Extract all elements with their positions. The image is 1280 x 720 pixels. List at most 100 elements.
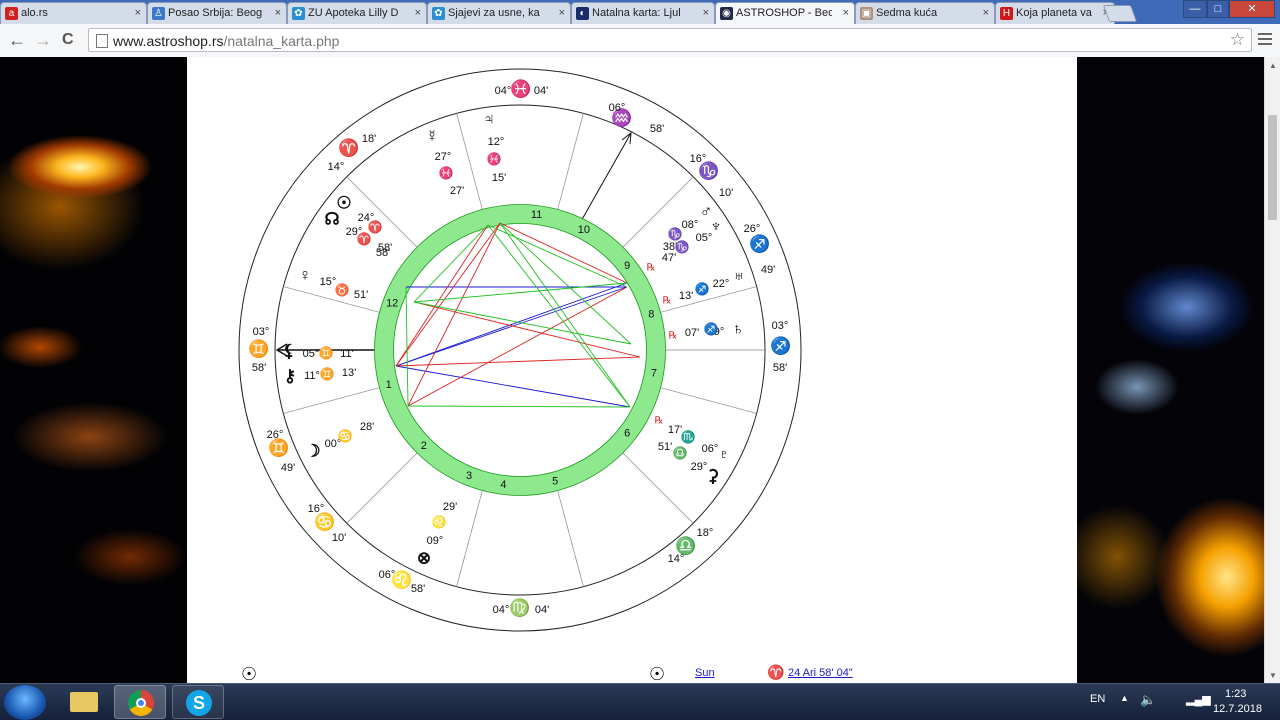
sign-minute: 04' [535, 604, 549, 616]
planet-moon-icon: ☽ [305, 441, 320, 460]
scroll-down-arrow-icon[interactable]: ▼ [1269, 671, 1277, 680]
tab-2[interactable]: ♙ Posao Srbija: Beog × [147, 2, 287, 24]
sign-degree: 06° [379, 569, 396, 581]
aspect-line [413, 301, 632, 345]
planet-position-link[interactable]: 24 Ari 58' 04" [788, 667, 853, 679]
planet-lilith-icon: ⚳ [707, 466, 719, 485]
planet-chiron-icon: ⚷ [284, 366, 296, 385]
house-number-8: 8 [648, 309, 654, 321]
planet-node-minute: 58' [376, 247, 390, 259]
tab-8[interactable]: HKoja planeta vam× [995, 2, 1115, 24]
close-window-button[interactable]: ✕ [1229, 0, 1275, 18]
sign-glyph-icon: ♍ [509, 597, 530, 617]
tab-close-icon[interactable]: × [135, 7, 141, 19]
taskbar: S EN ▲ 🔈 ▂▄▆ 1:23 12.7.2018 [0, 683, 1280, 720]
house-cusp-line [346, 452, 418, 524]
tab-5[interactable]: ◐ Natalna karta: Ljul × [571, 2, 715, 24]
tab-3[interactable]: ✿ ZU Apoteka Lilly D × [287, 2, 427, 24]
sign-degree: 04° [495, 85, 512, 97]
new-tab-button[interactable] [1102, 5, 1138, 22]
sign-minute: 04' [534, 85, 548, 97]
sign-minute: 58' [252, 362, 266, 374]
house-cusp-line [659, 387, 757, 414]
taskbar-explorer[interactable] [58, 685, 110, 719]
volume-icon[interactable]: 🔈 [1140, 692, 1156, 708]
planet-moon-minute: 28' [360, 421, 374, 433]
tab-close-icon[interactable]: × [843, 7, 849, 19]
house-cusp-line [557, 113, 584, 211]
planet-fortune-sign-icon: ♌ [432, 515, 447, 529]
tab-close-icon[interactable]: × [559, 7, 565, 19]
tab-close-icon[interactable]: × [275, 7, 281, 19]
sign-minute: 58' [773, 362, 787, 374]
minimize-button[interactable]: — [1183, 0, 1207, 18]
retrograde-icon: ℞ [655, 416, 664, 427]
tab-6[interactable]: ◉ ASTROSHOP - Beo × [715, 2, 855, 24]
start-button[interactable] [4, 685, 46, 720]
house-cusp-line [456, 489, 483, 587]
planet-name-link[interactable]: Sun [695, 667, 715, 679]
planet-uranus-sign-icon: ♐ [695, 282, 710, 296]
network-icon[interactable]: ▂▄▆ [1186, 693, 1211, 706]
house-number-9: 9 [624, 260, 630, 272]
reload-button[interactable]: C [62, 31, 74, 49]
aspect-line [407, 405, 631, 408]
tab-4[interactable]: ✿ Sjajevi za usne, ka × [427, 2, 571, 24]
bottom-left-sun-glyph: ☉ [241, 664, 258, 683]
planet-pluto-icon: ♇ [718, 444, 731, 463]
tab-title: alo.rs [21, 7, 48, 19]
sign-minute: 58' [411, 583, 425, 595]
sign-minute: 10' [719, 187, 733, 199]
sign-glyph-icon: ♊ [248, 338, 269, 358]
tab-close-icon[interactable]: × [415, 7, 421, 19]
clock-time[interactable]: 1:23 [1225, 688, 1246, 700]
aspect-line [395, 365, 631, 408]
tab-title: Sedma kuća [876, 7, 938, 19]
planet-jupiter-icon: ♃ [483, 109, 496, 128]
planet-uranus-minute: 13' [679, 290, 693, 302]
tab-title: Koja planeta vam [1016, 7, 1092, 19]
taskbar-chrome[interactable] [114, 685, 166, 719]
taskbar-skype[interactable]: S [172, 685, 224, 719]
planet-uranus-degree: 22° [713, 278, 730, 290]
clock-date[interactable]: 12.7.2018 [1213, 703, 1262, 715]
maximize-button[interactable]: □ [1207, 0, 1229, 18]
aspect-line [395, 356, 641, 367]
vertical-scrollbar[interactable]: ▲ ▼ [1264, 57, 1280, 683]
planet-node-icon: ☊ [324, 209, 339, 228]
tab-7[interactable]: ▣ Sedma kuća × [855, 2, 995, 24]
scroll-thumb[interactable] [1268, 115, 1277, 220]
sign-degree: 18' [362, 133, 376, 145]
scroll-up-arrow-icon[interactable]: ▲ [1269, 61, 1277, 70]
planet-asc-degree: 05° [303, 348, 320, 360]
natal-chart-wheel: 1234 56789101112♓04° 04'♒06°58'♑16°10'♐26°… [238, 68, 802, 632]
url-text[interactable]: www.astroshop.rs/natalna_karta.php [113, 33, 339, 49]
planet-node-sign-icon: ♈ [357, 232, 372, 246]
house-cusp-line [622, 452, 694, 524]
sign-degree: 26° [744, 223, 761, 235]
planet-mercury-icon: ☿ [426, 126, 439, 145]
forward-button[interactable]: → [34, 30, 52, 51]
sign-degree: 16° [308, 503, 325, 515]
bookmark-star-icon[interactable]: ☆ [1230, 30, 1245, 50]
menu-icon[interactable] [1258, 30, 1272, 48]
language-indicator[interactable]: EN [1090, 693, 1105, 705]
sign-glyph-icon: ♐ [749, 233, 770, 253]
tab-1[interactable]: a alo.rs × [0, 2, 147, 24]
tab-title: Natalna karta: Ljul [592, 7, 681, 19]
pharmacy-icon: ✿ [292, 7, 305, 20]
address-bar[interactable]: www.astroshop.rs/natalna_karta.php ☆ [88, 28, 1252, 52]
tab-close-icon[interactable]: × [983, 7, 989, 19]
sign-minute: 58' [650, 123, 664, 135]
sign-degree: 06° [609, 102, 626, 114]
house-cusp-line [283, 387, 381, 414]
back-button[interactable]: ← [8, 30, 26, 51]
planet-fortune-minute: 29' [443, 501, 457, 513]
planet-saturn-sign-icon: ♐ [704, 322, 719, 336]
house-number-5: 5 [552, 475, 558, 487]
sign-degree: 03° [772, 320, 789, 332]
show-hidden-icons-icon[interactable]: ▲ [1120, 693, 1129, 703]
planet-pluto-sign-icon: ♏ [681, 430, 696, 444]
tab-close-icon[interactable]: × [703, 7, 709, 19]
tab-title: Sjajevi za usne, ka [448, 7, 540, 19]
